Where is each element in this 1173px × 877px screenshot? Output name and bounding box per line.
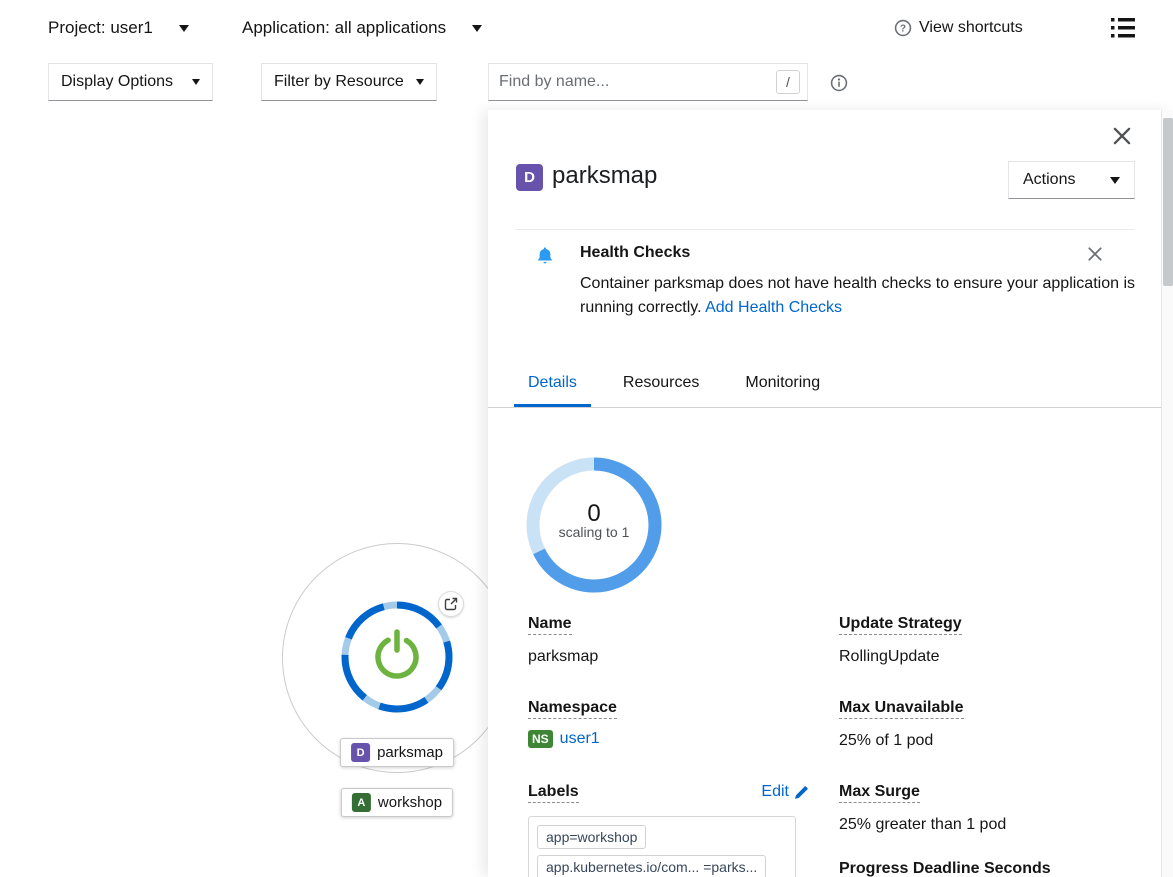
display-options-label: Display Options bbox=[61, 73, 173, 91]
name-label[interactable]: Name bbox=[528, 615, 572, 633]
labels-label[interactable]: Labels bbox=[528, 783, 579, 801]
project-selector[interactable]: Project: user1 bbox=[48, 0, 189, 55]
node-label-pill[interactable]: D parksmap bbox=[340, 738, 454, 767]
open-url-decorator[interactable] bbox=[438, 591, 464, 617]
progress-deadline-label[interactable]: Progress Deadline Seconds bbox=[839, 860, 1051, 877]
alert-title: Health Checks bbox=[580, 244, 690, 262]
close-icon bbox=[1087, 246, 1103, 262]
resource-side-panel: D parksmap Actions Health Checks Contain… bbox=[488, 110, 1173, 877]
donut-caption: scaling to 1 bbox=[534, 524, 654, 540]
chevron-down-icon bbox=[416, 79, 424, 90]
application-selector[interactable]: Application: all applications bbox=[242, 0, 482, 55]
add-health-checks-link[interactable]: Add Health Checks bbox=[705, 299, 842, 316]
node-label: parksmap bbox=[377, 744, 443, 761]
display-options-dropdown[interactable]: Display Options bbox=[48, 63, 213, 101]
context-bar: Project: user1 Application: all applicat… bbox=[0, 0, 1173, 55]
filter-by-resource-label: Filter by Resource bbox=[274, 73, 404, 91]
update-strategy-value: RollingUpdate bbox=[839, 648, 940, 666]
namespace-link[interactable]: user1 bbox=[560, 730, 600, 748]
application-badge: A bbox=[352, 793, 371, 812]
info-icon bbox=[830, 74, 848, 92]
application-label-pill[interactable]: A workshop bbox=[341, 788, 453, 817]
find-info-button[interactable] bbox=[830, 74, 848, 92]
panel-title: parksmap bbox=[552, 162, 657, 190]
panel-header-divider bbox=[516, 229, 1135, 230]
panel-tabs: Details Resources Monitoring bbox=[488, 360, 1161, 408]
max-unavailable-label[interactable]: Max Unavailable bbox=[839, 699, 964, 717]
tab-monitoring[interactable]: Monitoring bbox=[731, 360, 834, 407]
application-label: workshop bbox=[378, 794, 442, 811]
namespace-badge: NS bbox=[528, 730, 553, 748]
chevron-down-icon bbox=[192, 79, 200, 90]
namespace-value-row: NS user1 bbox=[528, 730, 600, 748]
deployment-badge: D bbox=[351, 743, 370, 762]
topology-toolbar: Display Options Filter by Resource / bbox=[0, 55, 1173, 110]
filter-by-resource-dropdown[interactable]: Filter by Resource bbox=[261, 63, 437, 101]
panel-scrollbar-thumb[interactable] bbox=[1163, 118, 1173, 286]
view-shortcuts-link[interactable]: ? View shortcuts bbox=[894, 0, 1023, 55]
actions-label: Actions bbox=[1023, 171, 1075, 189]
find-by-name-field: / bbox=[488, 63, 808, 101]
chevron-down-icon bbox=[1110, 177, 1120, 189]
update-strategy-label[interactable]: Update Strategy bbox=[839, 615, 962, 633]
label-chip: app=workshop bbox=[537, 825, 646, 849]
label-chip: app.kubernetes.io/com... =parks... bbox=[537, 855, 766, 877]
close-icon bbox=[1112, 126, 1132, 146]
namespace-label[interactable]: Namespace bbox=[528, 699, 617, 717]
application-selector-label: Application: all applications bbox=[242, 18, 446, 38]
find-by-name-input[interactable] bbox=[499, 73, 770, 91]
alert-body: Container parksmap does not have health … bbox=[580, 272, 1136, 320]
tab-details[interactable]: Details bbox=[514, 360, 591, 407]
max-unavailable-value: 25% of 1 pod bbox=[839, 732, 933, 750]
pencil-icon bbox=[795, 786, 808, 799]
chevron-down-icon bbox=[472, 25, 482, 37]
alert-close-button[interactable] bbox=[1087, 246, 1105, 264]
actions-dropdown[interactable]: Actions bbox=[1008, 161, 1135, 199]
name-value: parksmap bbox=[528, 648, 598, 666]
slash-shortcut-key: / bbox=[776, 70, 800, 94]
labels-list: app=workshop app.kubernetes.io/com... =p… bbox=[528, 816, 796, 877]
topology-list-view-toggle[interactable] bbox=[1108, 13, 1138, 43]
svg-text:?: ? bbox=[900, 23, 906, 34]
alert-body-text: Container parksmap does not have health … bbox=[580, 275, 1135, 316]
deployment-badge: D bbox=[516, 164, 543, 191]
max-surge-value: 25% greater than 1 pod bbox=[839, 816, 1006, 834]
tab-resources[interactable]: Resources bbox=[609, 360, 713, 407]
project-selector-label: Project: user1 bbox=[48, 18, 153, 38]
panel-scrollbar-track[interactable] bbox=[1161, 110, 1173, 877]
help-icon: ? bbox=[894, 19, 912, 37]
view-shortcuts-label: View shortcuts bbox=[919, 19, 1023, 37]
list-view-icon bbox=[1108, 13, 1138, 43]
chevron-down-icon bbox=[179, 25, 189, 37]
panel-close-button[interactable] bbox=[1112, 126, 1132, 146]
edit-labels-button[interactable]: Edit bbox=[761, 783, 808, 801]
external-link-icon bbox=[444, 597, 458, 611]
notification-bell-icon bbox=[536, 246, 554, 265]
max-surge-label[interactable]: Max Surge bbox=[839, 783, 920, 801]
